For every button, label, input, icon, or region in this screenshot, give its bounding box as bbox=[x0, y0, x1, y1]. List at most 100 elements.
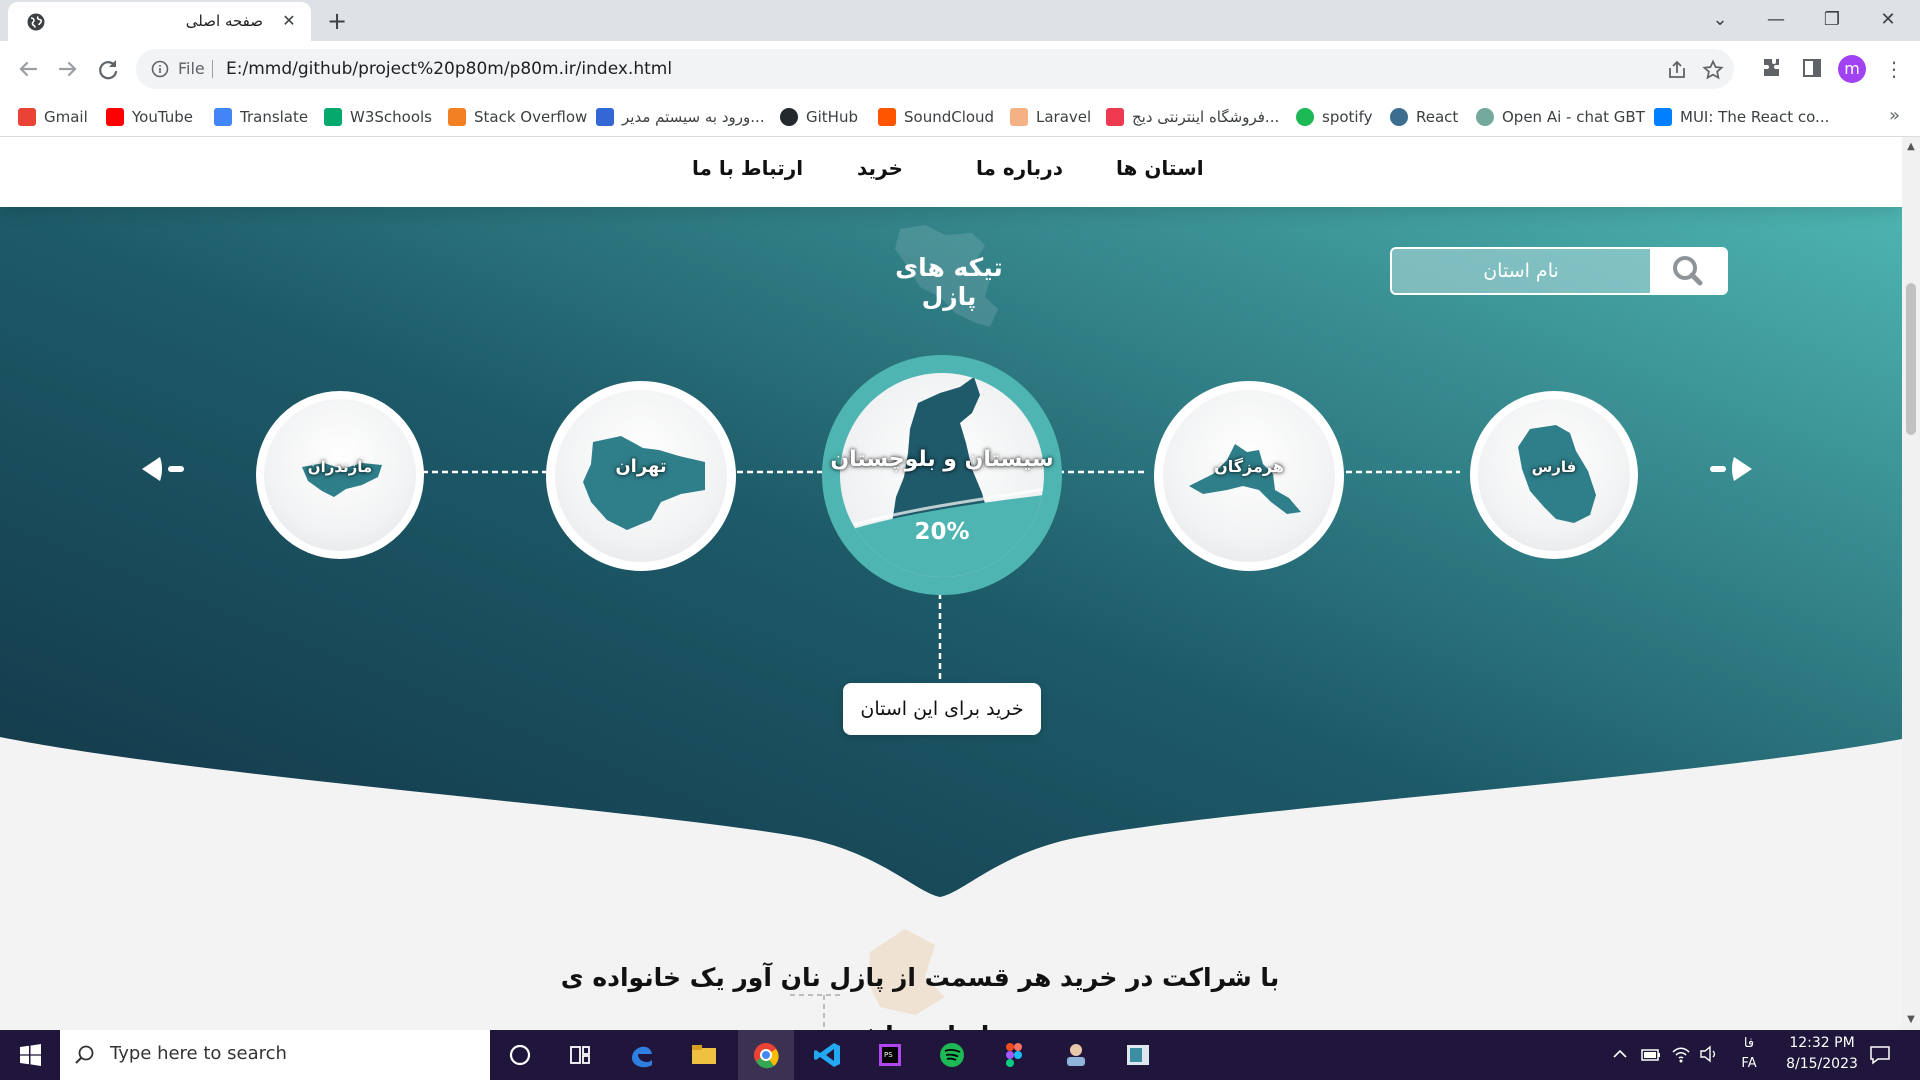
bookmark-laravel[interactable]: Laravel bbox=[1010, 106, 1091, 128]
browser-menu-icon[interactable]: ⋮ bbox=[1884, 55, 1904, 83]
vscode-icon[interactable] bbox=[800, 1030, 856, 1080]
bookmark-label: spotify bbox=[1322, 108, 1373, 126]
edge-icon[interactable] bbox=[614, 1030, 670, 1080]
side-panel-icon[interactable] bbox=[1800, 56, 1824, 80]
province-name: تهران bbox=[615, 456, 667, 477]
scroll-down-arrow-icon[interactable]: ▼ bbox=[1905, 1014, 1917, 1026]
province-card-tehran[interactable]: تهران bbox=[546, 381, 736, 571]
tab-search-chevron-icon[interactable]: ⌄ bbox=[1692, 0, 1748, 41]
taskbar-search-box[interactable]: Type here to search bbox=[60, 1030, 490, 1080]
bookmark-w3schools[interactable]: W3Schools bbox=[324, 106, 432, 128]
volume-icon[interactable] bbox=[1698, 1044, 1720, 1064]
buy-for-province-button[interactable]: خرید برای این استان bbox=[843, 683, 1041, 735]
mui-icon bbox=[1654, 108, 1672, 126]
province-disk bbox=[840, 373, 1044, 577]
nav-buy-link[interactable]: خرید bbox=[857, 156, 903, 180]
phpstorm-icon[interactable]: PS bbox=[862, 1030, 918, 1080]
bookmark-gmail[interactable]: Gmail bbox=[18, 106, 88, 128]
battery-icon[interactable] bbox=[1640, 1046, 1662, 1064]
province-name: هرمزگان bbox=[1214, 457, 1284, 476]
scrollbar-thumb[interactable] bbox=[1906, 283, 1916, 435]
media-app-icon[interactable] bbox=[1110, 1030, 1166, 1080]
new-tab-button[interactable]: + bbox=[322, 6, 352, 36]
figma-icon[interactable] bbox=[986, 1030, 1042, 1080]
page-viewport: استان ها درباره ما خرید ارتباط با ما نام… bbox=[0, 137, 1902, 1030]
browser-toolbar: File E:/mmd/github/project%20p80m/p80m.i… bbox=[0, 41, 1920, 97]
close-tab-icon[interactable]: ✕ bbox=[279, 11, 299, 31]
province-disk bbox=[1163, 390, 1335, 562]
bookmark-stackoverflow[interactable]: Stack Overflow bbox=[448, 106, 587, 128]
task-view-icon[interactable] bbox=[552, 1030, 608, 1080]
ime-indicator[interactable]: فا bbox=[1736, 1036, 1762, 1051]
admin-login-icon bbox=[596, 108, 614, 126]
nav-about-link[interactable]: درباره ما bbox=[976, 156, 1063, 180]
cortana-icon[interactable] bbox=[492, 1030, 548, 1080]
province-name: سیستان و بلوچستان bbox=[830, 447, 1054, 472]
spotify-icon[interactable] bbox=[924, 1030, 980, 1080]
reload-icon[interactable] bbox=[94, 55, 122, 83]
province-card-fars[interactable]: فارس bbox=[1470, 391, 1638, 559]
browser-tab-strip: صفحه اصلی ✕ + ⌄ — ❐ ✕ bbox=[0, 0, 1920, 41]
close-window-button[interactable]: ✕ bbox=[1860, 0, 1916, 41]
share-icon[interactable] bbox=[1666, 59, 1688, 81]
forward-arrow-icon[interactable] bbox=[54, 55, 82, 83]
bookmark-label: YouTube bbox=[132, 108, 193, 126]
profile-avatar[interactable]: m bbox=[1838, 55, 1866, 83]
carousel-next-arrow-icon[interactable] bbox=[1708, 454, 1754, 484]
clock-time[interactable]: 12:32 PM bbox=[1772, 1035, 1872, 1051]
globe-icon bbox=[27, 13, 45, 31]
hormozgan-map-icon bbox=[1189, 444, 1301, 514]
province-search-input[interactable]: نام استان bbox=[1392, 249, 1650, 293]
stackoverflow-icon bbox=[448, 108, 466, 126]
province-card-mazandaran[interactable]: مازندران bbox=[256, 391, 424, 559]
chrome-icon[interactable] bbox=[738, 1030, 794, 1080]
gmail-icon bbox=[18, 108, 36, 126]
clock-date[interactable]: 8/15/2023 bbox=[1772, 1056, 1872, 1072]
bookmark-label: SoundCloud bbox=[904, 108, 995, 126]
province-progress-percent: 20% bbox=[914, 519, 970, 545]
info-icon[interactable] bbox=[150, 59, 170, 79]
bookmark-soundcloud[interactable]: SoundCloud bbox=[878, 106, 994, 128]
bookmark-label: Gmail bbox=[44, 108, 88, 126]
soundcloud-icon bbox=[878, 108, 896, 126]
bookmark-spotify[interactable]: spotify bbox=[1296, 106, 1372, 128]
bookmark-admin-login[interactable]: ورود به سیستم مدیر... bbox=[596, 106, 765, 128]
minimize-button[interactable]: — bbox=[1748, 0, 1804, 41]
bookmark-digikala[interactable]: فروشگاه اینترنتی دیج... bbox=[1106, 106, 1279, 128]
bookmark-mui[interactable]: MUI: The React co... bbox=[1654, 106, 1829, 128]
extensions-puzzle-icon[interactable] bbox=[1760, 56, 1784, 80]
sistan-baluchestan-map-icon bbox=[840, 377, 1044, 577]
bookmark-label: Open Ai - chat GBT bbox=[1502, 108, 1645, 126]
bookmark-label: W3Schools bbox=[350, 108, 432, 126]
search-icon bbox=[75, 1045, 94, 1064]
search-button[interactable] bbox=[1650, 249, 1726, 293]
carousel-prev-arrow-icon[interactable] bbox=[140, 454, 186, 484]
back-arrow-icon[interactable] bbox=[14, 55, 42, 83]
nav-contact-link[interactable]: ارتباط با ما bbox=[692, 156, 803, 180]
bookmark-react[interactable]: React bbox=[1390, 106, 1458, 128]
chevron-up-icon[interactable] bbox=[1612, 1046, 1628, 1062]
bookmark-openai[interactable]: Open Ai - chat GBT bbox=[1476, 106, 1645, 128]
file-explorer-icon[interactable] bbox=[676, 1030, 732, 1080]
province-name: فارس bbox=[1531, 458, 1577, 476]
bookmarks-overflow-icon[interactable]: » bbox=[1889, 105, 1900, 126]
wifi-icon[interactable] bbox=[1670, 1044, 1692, 1064]
province-card-hormozgan[interactable]: هرمزگان bbox=[1154, 381, 1344, 571]
bookmark-youtube[interactable]: YouTube bbox=[106, 106, 193, 128]
address-bar[interactable]: File E:/mmd/github/project%20p80m/p80m.i… bbox=[136, 49, 1734, 89]
windows-start-icon[interactable] bbox=[0, 1030, 60, 1080]
province-card-sistan-baluchestan[interactable]: سیستان و بلوچستان 20% bbox=[822, 355, 1062, 595]
province-search: نام استان bbox=[1390, 247, 1728, 295]
restore-button[interactable]: ❐ bbox=[1804, 0, 1860, 41]
language-indicator[interactable]: FA bbox=[1736, 1056, 1762, 1071]
browser-tab[interactable]: صفحه اصلی ✕ bbox=[8, 2, 311, 41]
notification-icon[interactable] bbox=[1868, 1044, 1892, 1066]
user-app-icon[interactable] bbox=[1048, 1030, 1104, 1080]
page-scrollbar[interactable]: ▲ ▼ bbox=[1902, 137, 1920, 1030]
nav-provinces-link[interactable]: استان ها bbox=[1116, 156, 1204, 180]
bookmark-github[interactable]: GitHub bbox=[780, 106, 858, 128]
bookmark-translate[interactable]: Translate bbox=[214, 106, 308, 128]
scroll-up-arrow-icon[interactable]: ▲ bbox=[1905, 141, 1917, 153]
bookmark-star-icon[interactable] bbox=[1702, 59, 1724, 81]
url-text[interactable]: E:/mmd/github/project%20p80m/p80m.ir/ind… bbox=[226, 59, 672, 79]
